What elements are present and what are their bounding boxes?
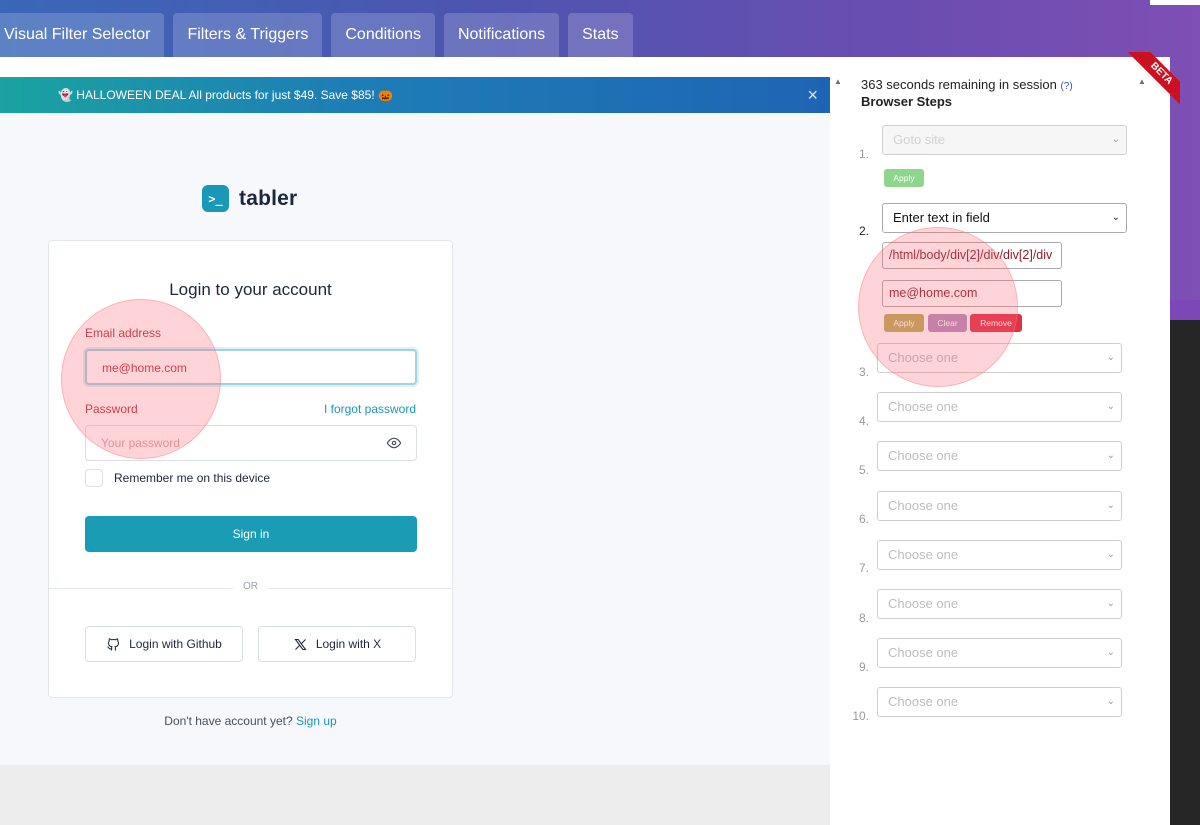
- scroll-up-arrow-icon[interactable]: ▲: [834, 77, 842, 86]
- browser-steps-title: Browser Steps: [861, 94, 953, 109]
- step-number: 10.: [852, 709, 869, 723]
- step-number: 9.: [858, 660, 869, 674]
- browser-steps-panel: 363 seconds remaining in session (?) Bro…: [845, 77, 1150, 825]
- chevron-down-icon: ⌄: [1106, 352, 1115, 363]
- x-logo-icon: [294, 638, 307, 650]
- logo-text: tabler: [239, 186, 298, 210]
- signup-prompt: Don't have account yet? Sign up: [164, 714, 337, 728]
- step-7-select[interactable]: Choose one ⌄: [877, 540, 1122, 570]
- browser-preview[interactable]: 👻 HALLOWEEN DEAL All products for just $…: [0, 77, 830, 825]
- step-number: 1.: [858, 147, 869, 161]
- click-highlight-circle: [858, 227, 1018, 387]
- chevron-down-icon: ⌄: [1106, 549, 1115, 560]
- step-9-select[interactable]: Choose one ⌄: [877, 638, 1122, 668]
- chevron-down-icon: ⌄: [1106, 696, 1115, 707]
- tab-visual-filter-selector[interactable]: Visual Filter Selector: [0, 13, 165, 57]
- session-timer: 363 seconds remaining in session (?): [861, 77, 1073, 92]
- login-github-label: Login with Github: [129, 637, 222, 651]
- beta-ribbon: BETA: [1110, 52, 1180, 122]
- step-number: 3.: [858, 365, 869, 379]
- banner-text: HALLOWEEN DEAL All products for just $49…: [76, 88, 375, 102]
- step-number: 8.: [858, 611, 869, 625]
- top-tabs: Visual Filter Selector Filters & Trigger…: [0, 13, 633, 57]
- session-help-link[interactable]: (?): [1060, 81, 1072, 92]
- forgot-password-link[interactable]: I forgot password: [324, 402, 416, 416]
- login-title: Login to your account: [169, 280, 332, 299]
- top-corner-box: [1150, 0, 1200, 5]
- sign-in-button[interactable]: Sign in: [85, 516, 417, 552]
- promo-banner: 👻 HALLOWEEN DEAL All products for just $…: [0, 77, 830, 113]
- chevron-down-icon: ⌄: [1106, 401, 1115, 412]
- step-number: 5.: [858, 463, 869, 477]
- tab-conditions[interactable]: Conditions: [331, 13, 435, 57]
- chevron-down-icon: ⌄: [1106, 450, 1115, 461]
- sign-up-link[interactable]: Sign up: [296, 714, 337, 728]
- chevron-down-icon: ⌄: [1111, 134, 1120, 145]
- login-x-button[interactable]: Login with X: [258, 626, 416, 662]
- browser-footer-area: [0, 765, 830, 825]
- remember-label: Remember me on this device: [114, 471, 271, 485]
- remember-me[interactable]: Remember me on this device: [85, 469, 270, 487]
- chevron-down-icon: ⌄: [1106, 647, 1115, 658]
- remember-checkbox[interactable]: [85, 469, 103, 487]
- step-8-select[interactable]: Choose one ⌄: [877, 589, 1122, 619]
- step-number: 6.: [858, 512, 869, 526]
- step-number: 4.: [858, 414, 869, 428]
- tab-notifications[interactable]: Notifications: [443, 13, 560, 57]
- step-10-select[interactable]: Choose one ⌄: [877, 687, 1122, 717]
- main-panel: 👻 HALLOWEEN DEAL All products for just $…: [0, 57, 1170, 825]
- pumpkin-emoji: 🎃: [378, 88, 393, 102]
- step-1-apply-button[interactable]: Apply: [884, 169, 924, 187]
- chevron-down-icon: ⌄: [1111, 212, 1120, 223]
- step-5-select[interactable]: Choose one ⌄: [877, 441, 1122, 471]
- tabler-logo: >_ tabler: [202, 185, 297, 212]
- background-dark-shape: [1170, 320, 1200, 825]
- banner-close-icon[interactable]: ×: [807, 77, 818, 113]
- tab-filters-triggers[interactable]: Filters & Triggers: [173, 13, 323, 57]
- ghost-emoji: 👻: [58, 88, 73, 102]
- click-highlight-circle: [61, 299, 221, 459]
- step-4-select[interactable]: Choose one ⌄: [877, 392, 1122, 422]
- chevron-down-icon: ⌄: [1106, 500, 1115, 511]
- eye-icon[interactable]: [386, 435, 402, 451]
- step-number: 7.: [858, 561, 869, 575]
- step-1-select[interactable]: Goto site ⌄: [882, 125, 1127, 155]
- or-divider: OR: [49, 581, 452, 592]
- tab-stats[interactable]: Stats: [568, 13, 633, 57]
- step-6-select[interactable]: Choose one ⌄: [877, 491, 1122, 521]
- login-github-button[interactable]: Login with Github: [85, 626, 243, 662]
- github-icon: [107, 637, 120, 651]
- terminal-icon: >_: [202, 185, 229, 212]
- step-number: 2.: [858, 224, 869, 238]
- chevron-down-icon: ⌄: [1106, 598, 1115, 609]
- login-x-label: Login with X: [315, 637, 382, 651]
